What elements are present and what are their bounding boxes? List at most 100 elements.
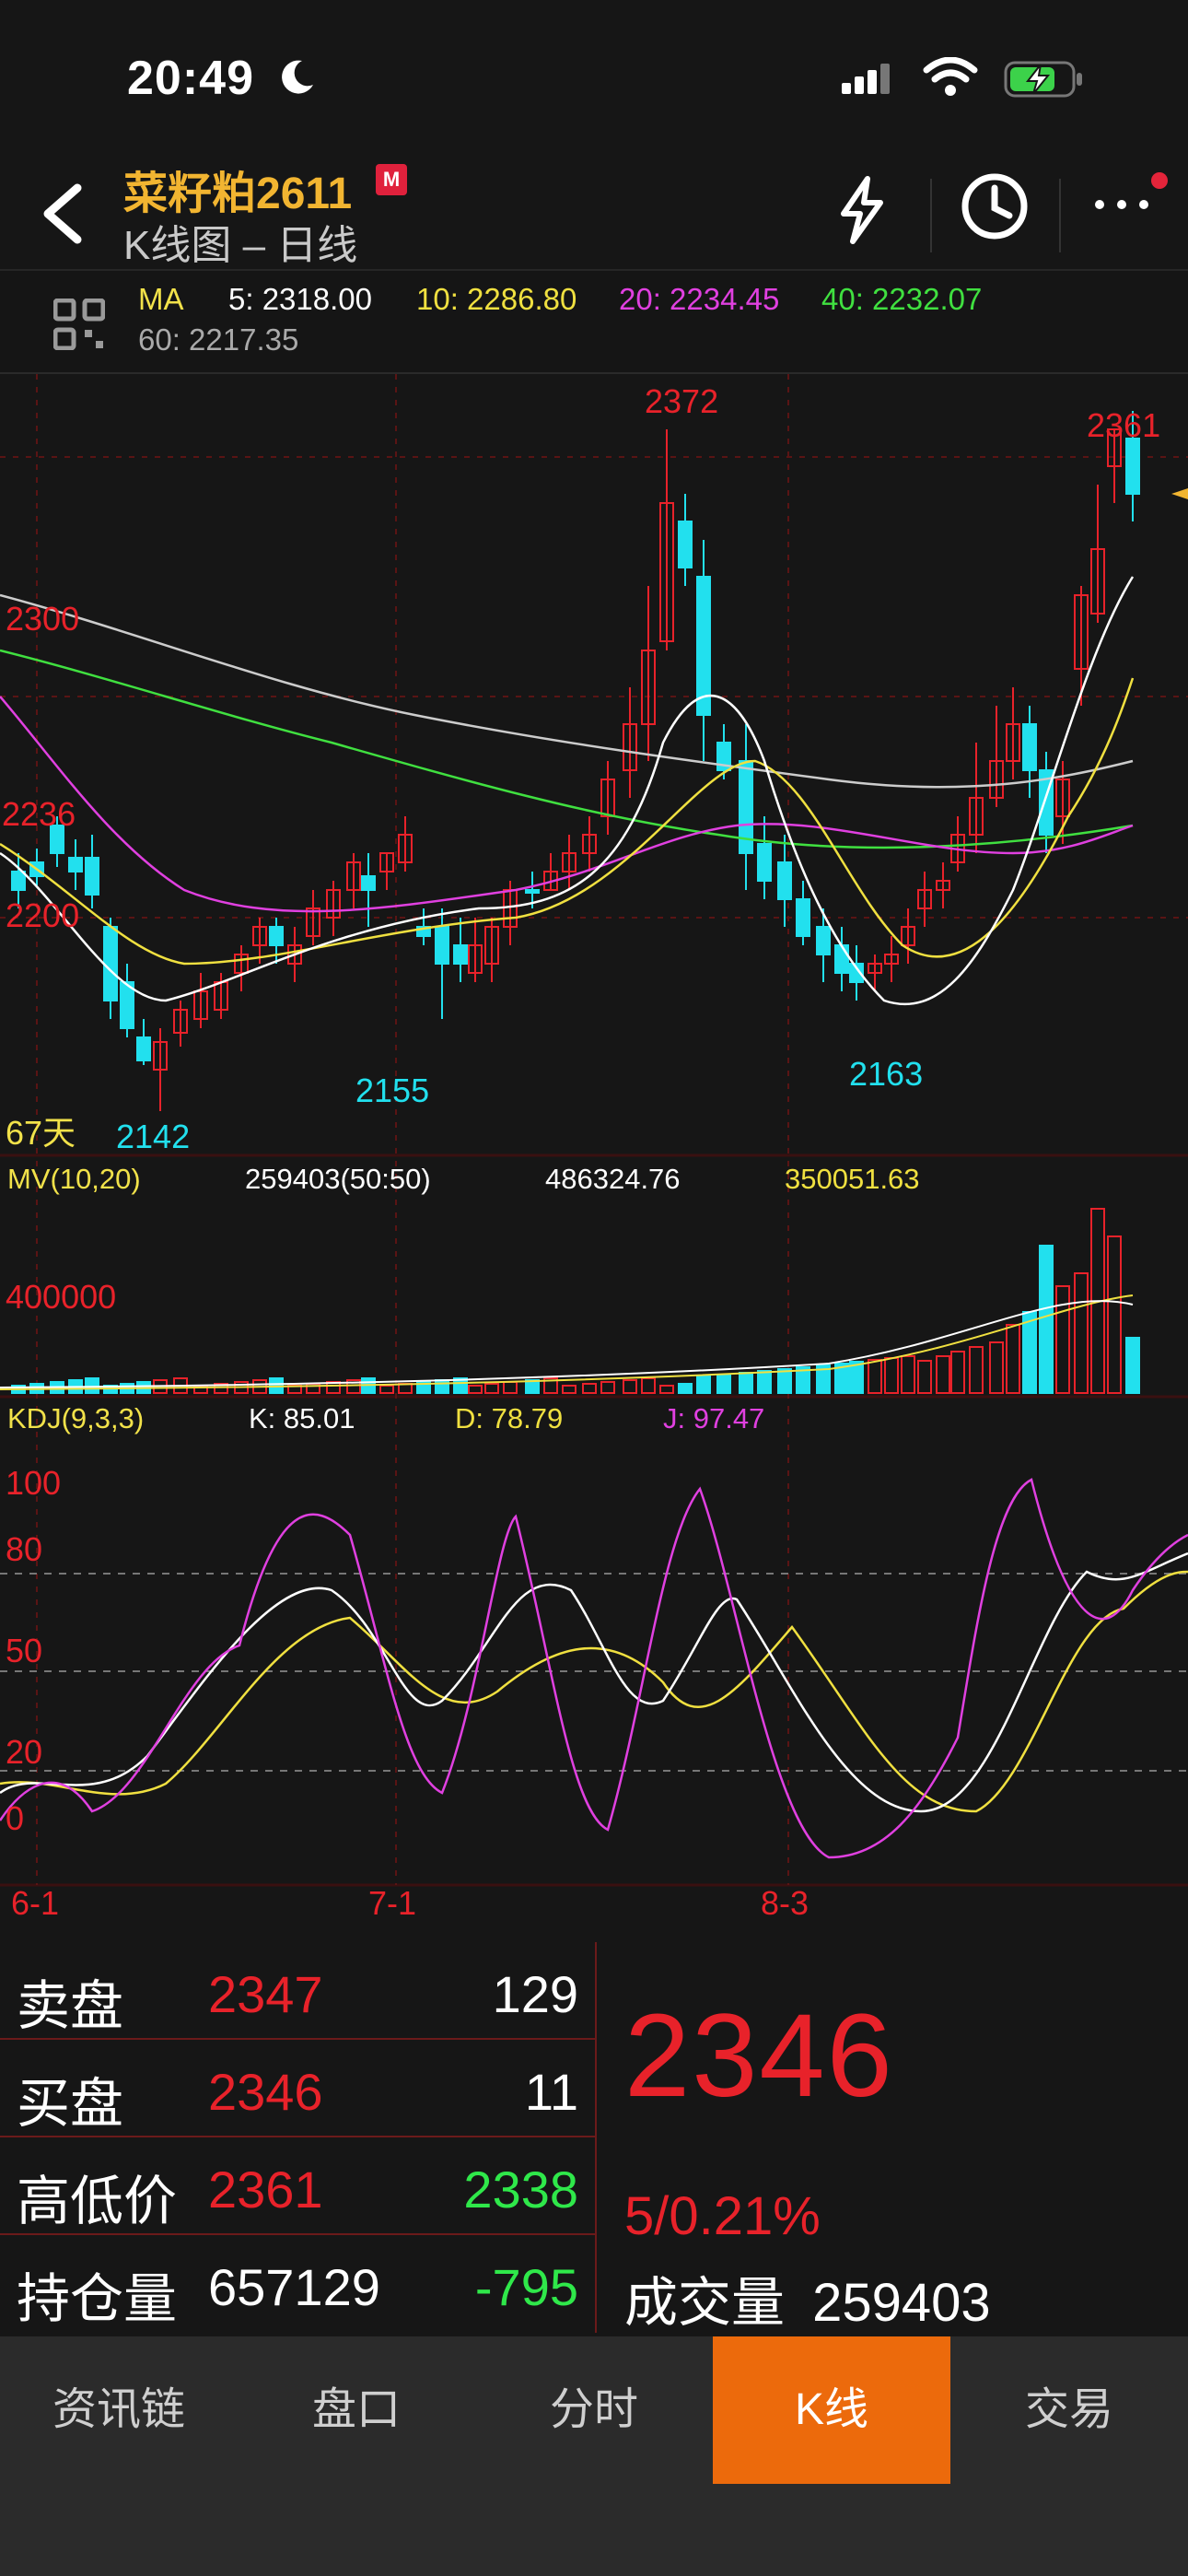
candle-body [525,889,540,894]
candle-body [816,926,831,955]
sell-qty: 129 [492,1965,578,2023]
tab-kline[interactable]: K线 [713,2336,950,2484]
kdj-j-value: J: 97.47 [663,1402,764,1434]
volume-ma10-line [0,1300,1134,1388]
kdj-title: KDJ(9,3,3) [7,1402,144,1434]
buy-label: 买盘 [17,2074,124,2134]
header-divider [930,179,932,252]
ma5-line [0,576,1135,1006]
open-interest: 657129 [208,2258,380,2316]
main-contract-badge: M [376,164,407,195]
price-axis-label-2236: 2236 [2,795,76,833]
ma-indicator-row[interactable]: MA 5: 2318.00 10: 2286.80 20: 2234.45 40… [0,271,1188,374]
chart-subtitle: K线图 – 日线 [123,223,358,268]
ma20-line [0,696,1134,913]
candle-body [796,898,810,937]
buy-qty: 11 [524,2063,578,2121]
more-menu-icon[interactable] [1092,186,1151,223]
kdj-k-value: K: 85.01 [249,1402,355,1434]
cellular-signal-icon [842,64,890,94]
flash-trade-icon[interactable] [833,173,891,247]
volume-bar [696,1376,711,1394]
volume-bar [582,1383,597,1394]
price-axis-label-2200: 2200 [6,896,79,934]
volume-bar [1125,1337,1140,1394]
notification-dot [1151,172,1168,189]
high-price: 2361 [208,2160,323,2219]
quote-divider [595,1942,597,2333]
back-arrow-icon[interactable] [35,181,90,247]
candle-body [136,1036,151,1061]
quote-panel: 卖盘 2347 129 买盘 2346 11 高低价 2361 2338 持仓量… [0,1942,1188,2333]
volume-bar [379,1385,394,1394]
ma20-value: 20: 2234.45 [619,282,780,316]
candle-body [103,926,118,1001]
open-interest-change: -795 [474,2258,578,2316]
candle-body [678,521,693,568]
volume-bar [623,1379,637,1394]
moon-icon [282,60,313,94]
low-price: 2338 [463,2160,578,2219]
last-price: 2346 [624,1990,894,2122]
volume-bar [1006,1324,1020,1394]
volume-bar [1107,1235,1122,1394]
low-price-label-3: 2163 [849,1055,923,1093]
volume-bar [468,1385,483,1394]
indicator-settings-icon[interactable] [53,299,105,350]
tab-news-chain[interactable]: 资讯链 [0,2336,238,2484]
volume-bar [484,1383,499,1394]
volume-bar [562,1385,577,1394]
low-price-label-1: 2142 [116,1118,190,1155]
candle-body [777,861,792,900]
buy-row[interactable]: 买盘 2346 11 [0,2040,595,2137]
sell-label: 卖盘 [17,1976,124,2036]
volume-bar [678,1383,693,1394]
low-price-label-2: 2155 [355,1071,429,1109]
kline-chart[interactable]: 2300 2236 2200 2372 2361 2142 2155 2163 … [0,374,1188,1940]
days-range-label: 67天 [6,1114,76,1152]
kdj-axis-50: 50 [6,1632,42,1669]
volume-title: MV(10,20) [7,1163,141,1195]
mv10-value: 486324.76 [545,1163,681,1195]
ma60-value: 60: 2217.35 [138,322,299,357]
volume-bar [435,1379,449,1394]
candle-body [1125,438,1140,495]
buy-price: 2346 [208,2063,323,2121]
ma10-value: 10: 2286.80 [416,282,577,316]
current-price-marker [1171,488,1188,499]
candle-body [757,843,772,882]
status-clock: 20:49 [127,52,254,105]
volume-bar [641,1377,656,1394]
volume-bar [503,1381,518,1394]
clock-history-icon[interactable] [958,170,1031,243]
ma40-line [0,649,1134,849]
volume-bar [901,1355,915,1394]
volume-bar [600,1381,615,1394]
ma-lines [0,576,1135,1006]
volume-bar [739,1372,753,1394]
volume-bar [917,1360,932,1394]
open-interest-label: 持仓量 [17,2269,178,2329]
header: 菜籽粕2611 M K线图 – 日线 [0,157,1188,271]
wifi-icon [923,57,978,96]
volume-bar [1039,1245,1054,1394]
volume-bar [950,1351,965,1394]
bottom-tab-bar: 资讯链 盘口 分时 K线 交易 [0,2336,1188,2484]
sell-row[interactable]: 卖盘 2347 129 [0,1942,595,2040]
kdj-axis-100: 100 [6,1464,61,1502]
ma-label: MA [138,282,184,316]
price-axis-label-2300: 2300 [6,600,79,638]
volume-bar [1074,1272,1089,1394]
candle-body [85,857,99,896]
tab-timeshare[interactable]: 分时 [475,2336,713,2484]
volume-bar [85,1377,99,1394]
ma60-line [0,593,1134,789]
volume-value: 259403(50:50) [245,1163,431,1195]
status-bar: 20:49 [0,0,1188,157]
ma10-line [0,677,1135,966]
tab-trade[interactable]: 交易 [950,2336,1188,2484]
tab-order-book[interactable]: 盘口 [238,2336,475,2484]
volume-bar [1055,1285,1070,1394]
candle-body [269,926,284,946]
candle-body [11,871,26,891]
